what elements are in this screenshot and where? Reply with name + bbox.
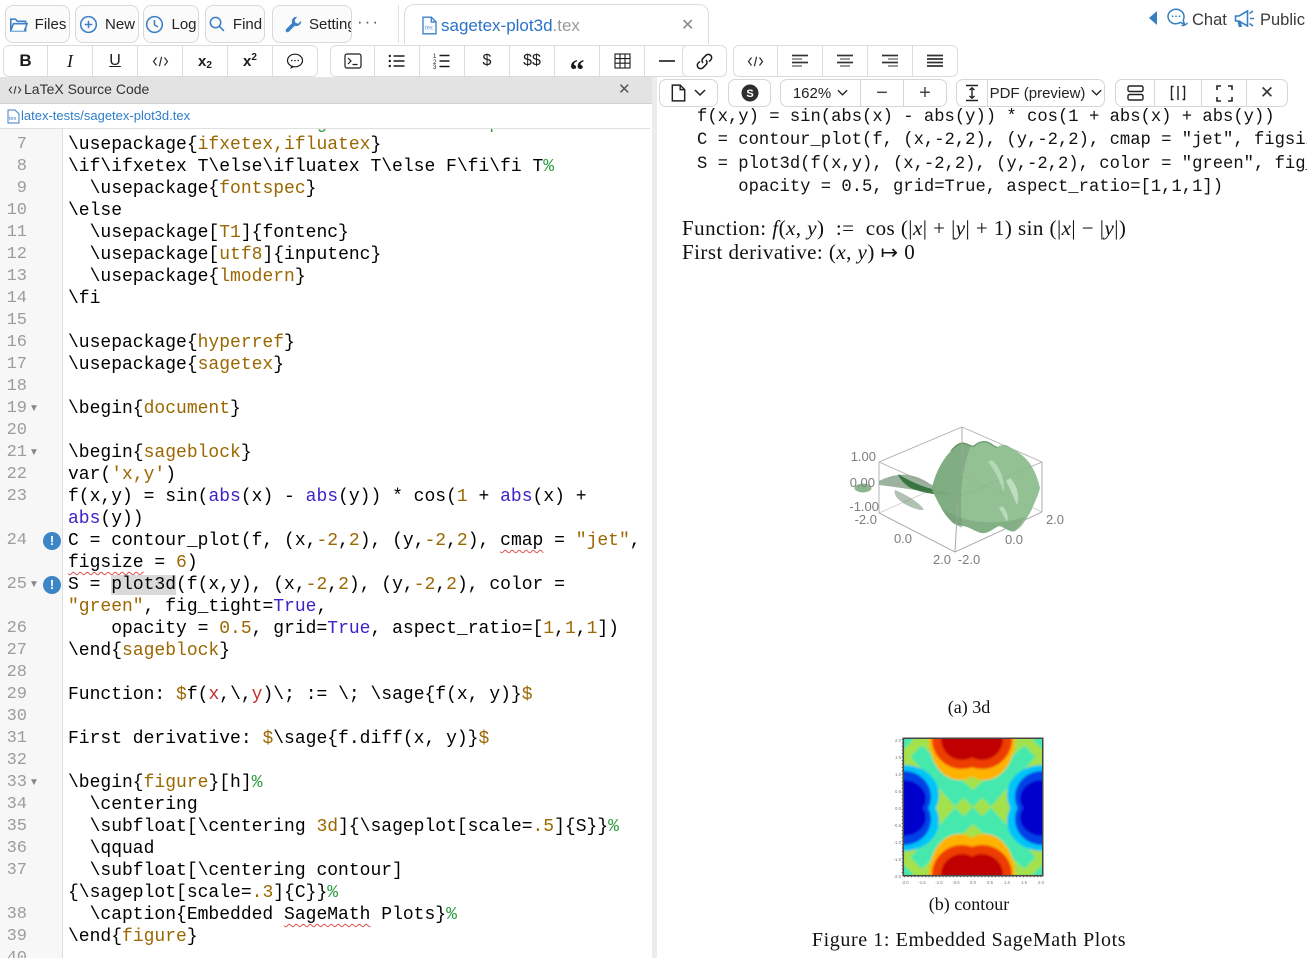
svg-text:0.0: 0.0 [1005,532,1023,547]
svg-text:2.0: 2.0 [1046,512,1064,527]
svg-text:-1.0: -1.0 [935,880,943,885]
svg-text:2.0: 2.0 [933,552,951,567]
svg-text:2.0: 2.0 [1038,880,1045,885]
svg-text:1.0: 1.0 [895,772,902,777]
svg-text:0.0: 0.0 [895,806,902,811]
svg-text:-0.5: -0.5 [952,880,960,885]
svg-text:0.5: 0.5 [987,880,994,885]
svg-text:-1.0: -1.0 [894,840,902,845]
svg-text:1.5: 1.5 [895,755,902,760]
svg-text:-2.0: -2.0 [894,874,902,879]
svg-text:-1.5: -1.5 [918,880,926,885]
svg-text:0.00: 0.00 [850,475,875,490]
svg-text:2.0: 2.0 [895,738,902,743]
svg-text:S: S [746,88,753,100]
svg-text:0.0: 0.0 [970,880,977,885]
svg-text:-2.0: -2.0 [855,512,877,527]
svg-text:-0.5: -0.5 [894,823,902,828]
svg-text:0.5: 0.5 [895,789,902,794]
svg-text:1.0: 1.0 [1004,880,1011,885]
svg-text:-2.0: -2.0 [901,880,909,885]
svg-text:1.00: 1.00 [851,449,876,464]
svg-text:1.5: 1.5 [1021,880,1028,885]
svg-text:0.0: 0.0 [894,531,912,546]
svg-text:-2.0: -2.0 [958,552,980,567]
svg-text:3: 3 [433,65,437,69]
svg-text:-1.5: -1.5 [894,857,902,862]
svg-text:tex: tex [9,116,17,122]
svg-text:tex: tex [425,26,433,32]
